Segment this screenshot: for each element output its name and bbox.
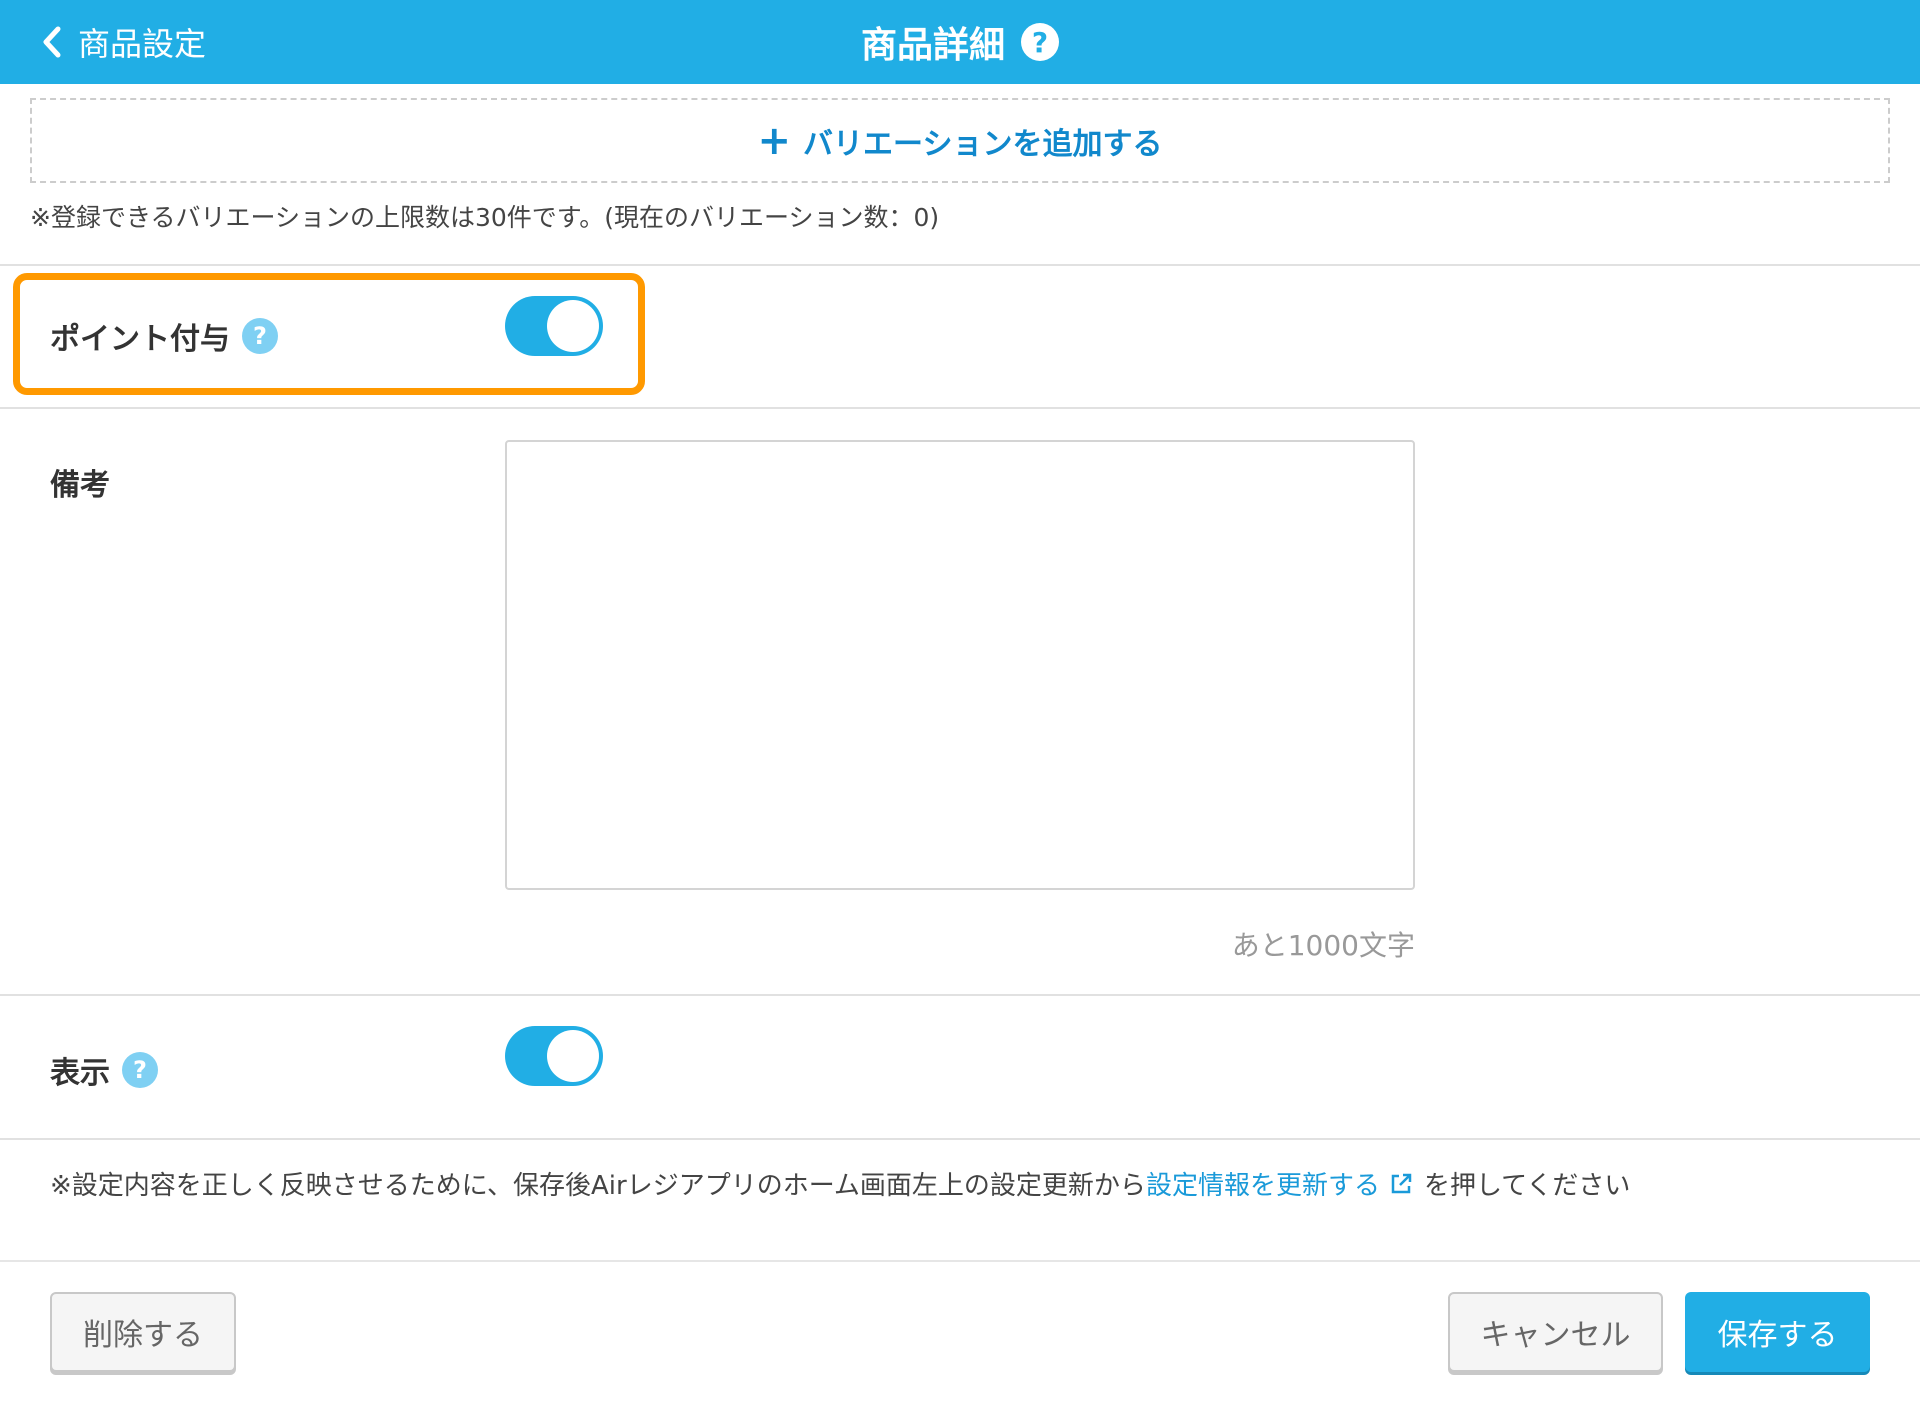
delete-button[interactable]: 削除する (50, 1292, 236, 1372)
toggle-knob (547, 300, 599, 352)
product-detail-page: 商品設定 商品詳細 ? + バリエーションを追加する ※登録できるバリエーション… (0, 0, 1920, 1402)
back-button[interactable]: 商品設定 (38, 0, 206, 84)
point-label-group: ポイント付与 ? (50, 314, 278, 358)
chevron-left-icon (43, 26, 61, 58)
section-divider (0, 407, 1920, 409)
toggle-knob (547, 1030, 599, 1082)
section-divider (0, 994, 1920, 996)
plus-icon: + (757, 117, 792, 164)
external-link-icon (1391, 1173, 1412, 1193)
save-button[interactable]: 保存する (1685, 1292, 1870, 1372)
add-variation-label: バリエーションを追加する (803, 126, 1163, 162)
note-suffix: を押してください (1423, 1171, 1631, 1201)
note-prefix: ※設定内容を正しく反映させるために、保存後Airレジアプリのホーム画面左上の設定… (50, 1171, 1146, 1201)
settings-update-note: ※設定内容を正しく反映させるために、保存後Airレジアプリのホーム画面左上の設定… (50, 1165, 1630, 1202)
section-divider (0, 1138, 1920, 1140)
memo-label-group: 備考 (50, 460, 110, 504)
memo-remaining-count: あと1000文字 (1231, 929, 1415, 962)
point-label: ポイント付与 (50, 322, 230, 357)
update-settings-link-label: 設定情報を更新する (1145, 1171, 1380, 1201)
display-label-group: 表示 ? (50, 1048, 158, 1092)
memo-label: 備考 (50, 468, 110, 503)
memo-textarea[interactable] (505, 440, 1415, 890)
header-title-group: 商品詳細 ? (0, 0, 1920, 84)
variation-limit-note: ※登録できるバリエーションの上限数は30件です。(現在のバリエーション数：0) (30, 203, 940, 232)
point-toggle[interactable] (505, 296, 603, 356)
update-settings-link[interactable]: 設定情報を更新する (1146, 1165, 1424, 1202)
page-title: 商品詳細 (860, 25, 1005, 66)
display-toggle[interactable] (505, 1026, 603, 1086)
help-icon[interactable]: ? (242, 318, 278, 354)
add-variation-button[interactable]: + バリエーションを追加する (30, 98, 1890, 183)
cancel-button[interactable]: キャンセル (1448, 1292, 1663, 1372)
help-icon[interactable]: ? (122, 1052, 158, 1088)
section-divider (0, 264, 1920, 266)
help-icon[interactable]: ? (1021, 23, 1059, 61)
back-label: 商品設定 (78, 25, 207, 63)
display-label: 表示 (50, 1056, 110, 1091)
header-bar: 商品設定 商品詳細 ? (0, 0, 1920, 84)
